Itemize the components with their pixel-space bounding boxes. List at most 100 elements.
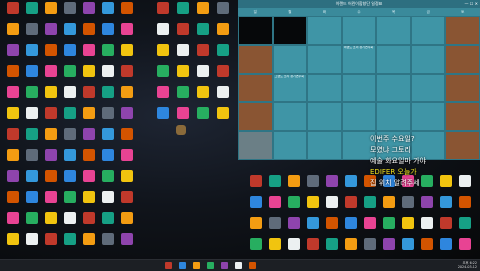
calendar-day-cell[interactable]: [445, 102, 480, 132]
calendar-day-cell[interactable]: [272, 44, 308, 74]
desktop-shortcut-icon[interactable]: [116, 128, 138, 150]
app-icon: [288, 196, 300, 208]
desktop-shortcut-icon[interactable]: [116, 65, 138, 87]
desktop-shortcut-icon[interactable]: [152, 86, 174, 108]
desktop-shortcut-icon[interactable]: [192, 107, 214, 129]
desktop-shortcut-icon[interactable]: [454, 196, 476, 218]
calendar-day-cell[interactable]: [410, 44, 446, 74]
app-icon: [345, 196, 357, 208]
desktop-shortcut-icon[interactable]: [212, 107, 234, 129]
search-icon[interactable]: [179, 262, 186, 269]
desktop-shortcut-icon[interactable]: [172, 44, 194, 66]
desktop-shortcut-icon[interactable]: [152, 23, 174, 45]
calendar-day-cell[interactable]: 이랜드 소리 정기연주회: [341, 44, 377, 74]
system-tray[interactable]: 오후 6:22 2024-03-12: [458, 261, 477, 270]
calendar-day-cell[interactable]: 그랜드 소리 정기연주회: [272, 73, 308, 103]
calendar-day-cell[interactable]: [376, 16, 411, 45]
desktop-shortcut-icon[interactable]: [192, 65, 214, 87]
desktop-shortcut-icon[interactable]: [454, 238, 476, 260]
desktop-shortcut-icon[interactable]: [116, 44, 138, 66]
calendar-day-cell[interactable]: [410, 16, 446, 45]
desktop-shortcut-icon[interactable]: [152, 65, 174, 87]
calendar-day-cell[interactable]: [410, 73, 446, 103]
browser-icon[interactable]: [207, 262, 214, 269]
music-icon[interactable]: [249, 262, 256, 269]
calendar-day-cell[interactable]: [376, 102, 411, 132]
app-icon: [45, 170, 57, 182]
explorer-icon[interactable]: [193, 262, 200, 269]
calendar-day-cell[interactable]: [341, 16, 377, 45]
calendar-day-cell[interactable]: [272, 131, 308, 160]
app-icon: [345, 238, 357, 250]
calendar-day-cell[interactable]: [445, 16, 480, 45]
calendar-day-cell[interactable]: [376, 44, 411, 74]
app-icon: [26, 44, 38, 56]
desktop-shortcut-icon[interactable]: [192, 23, 214, 45]
app-icon: [45, 86, 57, 98]
app-icon: [64, 65, 76, 77]
desktop-shortcut-icon[interactable]: [212, 23, 234, 45]
chat-icon[interactable]: [221, 262, 228, 269]
calendar-day-cell[interactable]: [341, 73, 377, 103]
calendar-day-cell[interactable]: [238, 16, 273, 45]
app-icon: [45, 107, 57, 119]
desktop-shortcut-icon[interactable]: [212, 2, 234, 24]
calendar-day-cell[interactable]: [238, 102, 273, 132]
desktop-shortcut-icon[interactable]: [192, 86, 214, 108]
desktop-shortcut-icon[interactable]: [172, 23, 194, 45]
desktop-shortcut-icon[interactable]: [192, 2, 214, 24]
desktop-shortcut-icon[interactable]: [152, 2, 174, 24]
window-buttons[interactable]: — ☐ ✕: [465, 0, 478, 8]
calendar-day-cell[interactable]: [307, 16, 342, 45]
weekday-label: 화: [322, 10, 327, 14]
desktop-shortcut-icon[interactable]: [116, 107, 138, 129]
desktop-shortcut-icon[interactable]: [172, 86, 194, 108]
calendar-day-cell[interactable]: [307, 44, 342, 74]
desktop-shortcut-icon[interactable]: [152, 107, 174, 129]
start-icon[interactable]: [165, 262, 172, 269]
calendar-day-cell[interactable]: [238, 44, 273, 74]
desktop-shortcut-icon[interactable]: [172, 2, 194, 24]
calendar-day-cell[interactable]: [238, 131, 273, 160]
app-icon: [121, 44, 133, 56]
desktop-shortcut-icon[interactable]: [116, 233, 138, 255]
app-icon: [26, 212, 38, 224]
calendar-day-cell[interactable]: [272, 102, 308, 132]
calendar-day-cell[interactable]: [410, 102, 446, 132]
app-icon: [83, 107, 95, 119]
calendar-day-cell[interactable]: [307, 73, 342, 103]
calendar-event: 그랜드 소리 정기연주회: [274, 73, 305, 78]
app-icon: [83, 212, 95, 224]
taskbar: 오후 6:22 2024-03-12: [0, 259, 480, 271]
app-icon: [157, 107, 169, 119]
calendar-day-cell[interactable]: [376, 73, 411, 103]
calendar-day-cell[interactable]: [238, 73, 273, 103]
desktop-shortcut-icon[interactable]: [116, 23, 138, 45]
app-icon: [421, 196, 433, 208]
desktop-shortcut-icon[interactable]: [152, 44, 174, 66]
calendar-day-cell[interactable]: [307, 131, 342, 160]
app-icon: [421, 238, 433, 250]
app-icon: [7, 149, 19, 161]
desktop-shortcut-icon[interactable]: [212, 86, 234, 108]
desktop-shortcut-icon[interactable]: [212, 44, 234, 66]
app-icon: [197, 107, 209, 119]
desktop-shortcut-icon[interactable]: [212, 65, 234, 87]
desktop-shortcut-icon[interactable]: [116, 212, 138, 234]
calendar-day-cell[interactable]: [445, 73, 480, 103]
desktop-shortcut-icon[interactable]: [116, 86, 138, 108]
calendar-day-cell[interactable]: [272, 16, 308, 45]
desktop-shortcut-icon[interactable]: [116, 191, 138, 213]
desktop-shortcut-icon[interactable]: [116, 170, 138, 192]
calendar-day-cell[interactable]: [445, 44, 480, 74]
app-icon: [326, 238, 338, 250]
desktop-shortcut-icon[interactable]: [116, 149, 138, 171]
desktop-shortcut-icon[interactable]: [116, 2, 138, 24]
store-icon[interactable]: [235, 262, 242, 269]
calendar-day-cell[interactable]: [307, 102, 342, 132]
app-icon: [26, 65, 38, 77]
desktop-shortcut-icon[interactable]: [192, 44, 214, 66]
calendar-day-cell[interactable]: [341, 102, 377, 132]
desktop-shortcut-icon[interactable]: [454, 217, 476, 239]
desktop-shortcut-icon[interactable]: [172, 65, 194, 87]
